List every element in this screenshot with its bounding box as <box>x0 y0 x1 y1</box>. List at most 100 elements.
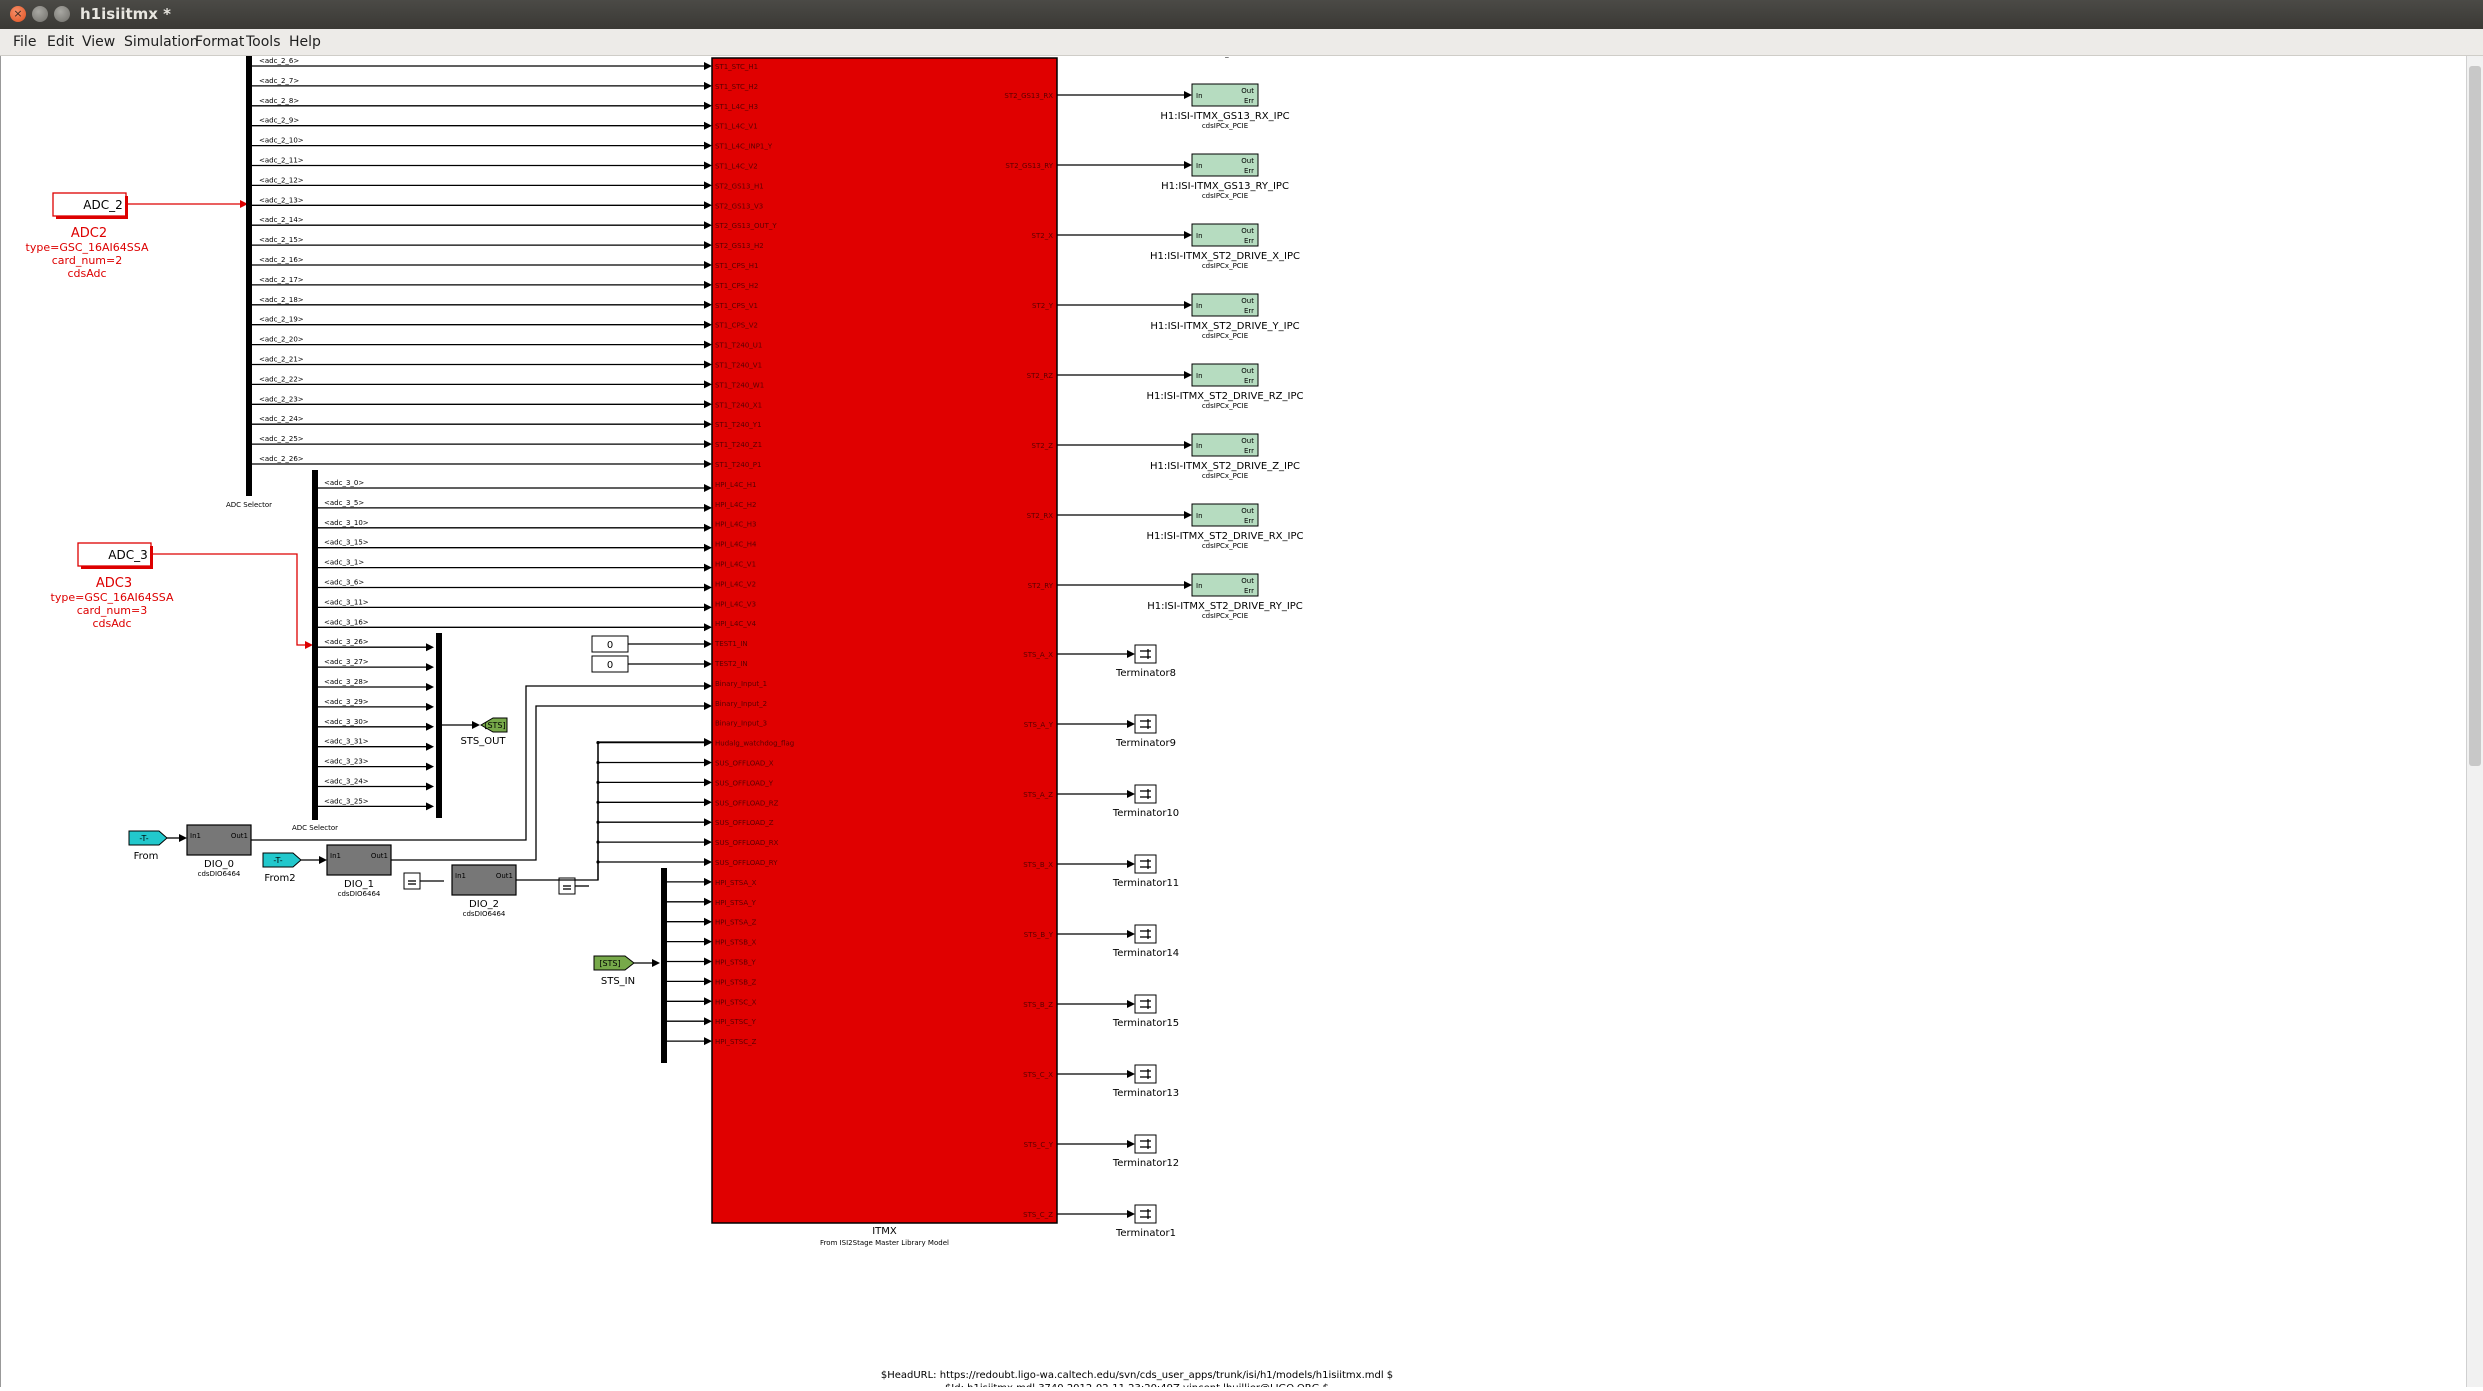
sts-mux-arrow <box>426 702 434 711</box>
ipc-name: H1:ISI-ITMX_ST2_DRIVE_X_IPC <box>1150 251 1300 262</box>
menu-format[interactable]: Format <box>195 34 244 50</box>
ipc-in-port: In <box>1196 302 1203 310</box>
sts-in-from-text: [STS] <box>599 959 620 968</box>
input-arrow <box>704 583 712 592</box>
ipc-name: H1:ISI-ITMX_GS13_RY_IPC <box>1161 181 1289 192</box>
terminator-block[interactable] <box>1134 924 1157 944</box>
adc3-channel-label: <adc_3_24> <box>324 778 369 786</box>
adc2-type: type=GSC_16AI64SSA <box>26 241 149 254</box>
dio-block[interactable] <box>451 864 517 896</box>
terminator-block[interactable] <box>1134 1134 1157 1154</box>
terminator-block[interactable] <box>1134 1204 1157 1224</box>
adc3-channel-label: <adc_3_10> <box>324 519 369 527</box>
wire-junction <box>596 800 600 804</box>
ipc-in-port: In <box>1196 372 1203 380</box>
itmx-input-port-label: HPI_STSA_Z <box>715 919 757 927</box>
wire-junction <box>596 840 600 844</box>
adc3-channel-label: <adc_3_1> <box>324 559 364 567</box>
terminator-block[interactable] <box>1134 714 1157 734</box>
terminator-name: Terminator9 <box>1115 738 1176 749</box>
itmx-input-port-label: SUS_OFFLOAD_Z <box>715 819 774 827</box>
ipc-err-port: Err <box>1244 447 1254 455</box>
adc3-selector-bar[interactable] <box>312 470 318 820</box>
itmx-input-port-label: Binary_Input_1 <box>715 680 767 688</box>
itmx-output-port-label: ST2_GS13_RY <box>1005 162 1053 170</box>
itmx-output-port-label: ST2_Z <box>1032 442 1054 450</box>
input-arrow <box>704 977 712 986</box>
ipc-err-port: Err <box>1244 307 1254 315</box>
terminator-block[interactable] <box>1134 784 1157 804</box>
menu-file[interactable]: File <box>13 34 36 50</box>
itmx-input-port-label: ST1_L4C_INP1_Y <box>715 143 773 151</box>
menu-tools[interactable]: Tools <box>246 34 281 50</box>
input-arrow <box>704 623 712 632</box>
terminator-arrow <box>1127 1140 1135 1148</box>
model-canvas[interactable]: ITMX From ISI2Stage Master Library Model S… <box>0 50 2467 1391</box>
itmx-input-port-label: ST1_CPS_H1 <box>715 262 758 270</box>
ipc-out-port: Out <box>1241 87 1254 95</box>
terminator-arrow <box>1127 860 1135 868</box>
ipc-out-port: Out <box>1241 227 1254 235</box>
input-arrow <box>704 838 712 847</box>
terminator-block[interactable] <box>1134 854 1157 874</box>
itmx-input-port-label: HPI_STSB_Z <box>715 978 757 986</box>
adc2-channel-label: <adc_2_26> <box>259 455 304 463</box>
terminator-arrow <box>1127 650 1135 658</box>
sts-in-demux-bar[interactable] <box>661 868 667 1063</box>
ipc-out-port: Out <box>1241 157 1254 165</box>
menu-help[interactable]: Help <box>289 34 321 50</box>
sts-out-mux-bar[interactable] <box>436 633 442 818</box>
dio-in-port: In1 <box>190 832 201 840</box>
adc2-selector-label: ADC Selector <box>226 501 272 509</box>
sts-mux-arrow <box>426 683 434 691</box>
terminator-name: Terminator11 <box>1112 878 1179 889</box>
dio-block[interactable] <box>326 844 392 876</box>
ipc-err-port: Err <box>1244 237 1254 245</box>
adc3-channel-label: <adc_3_25> <box>324 797 369 805</box>
dio-lib: cdsDIO6464 <box>338 890 381 898</box>
menu-edit[interactable]: Edit <box>47 34 74 50</box>
menu-simulation[interactable]: Simulation <box>124 34 199 50</box>
ipc-err-port: Err <box>1244 167 1254 175</box>
adc2-channel-label: <adc_2_11> <box>259 157 304 165</box>
itmx-input-port-label: ST1_CPS_V2 <box>715 322 758 330</box>
dio-block[interactable] <box>186 824 252 856</box>
input-arrow <box>704 241 712 250</box>
adc2-channel-label: <adc_2_21> <box>259 356 304 364</box>
input-arrow <box>704 1017 712 1026</box>
vertical-scrollbar[interactable] <box>2466 56 2483 1387</box>
input-arrow <box>704 758 712 767</box>
scrollbar-thumb[interactable] <box>2469 66 2481 766</box>
input-arrow <box>704 201 712 210</box>
menu-view[interactable]: View <box>82 34 115 50</box>
input-arrow <box>704 484 712 492</box>
adc2-block-label: ADC_2 <box>83 198 122 212</box>
input-arrow <box>704 702 712 710</box>
itmx-output-port-label: STS_C_X <box>1023 1071 1053 1079</box>
itmx-input-port-label: HPI_L4C_V3 <box>715 600 756 608</box>
terminator-block[interactable] <box>1134 994 1157 1014</box>
adc2-channel-label: <adc_2_25> <box>259 435 304 443</box>
ipc-out-port: Out <box>1241 577 1254 585</box>
ipc-lib: cdsIPCx_PCIE <box>1202 402 1248 410</box>
dio-name: DIO_2 <box>469 899 499 910</box>
minimize-window-icon[interactable] <box>32 6 48 22</box>
terminator-block[interactable] <box>1134 644 1157 664</box>
terminator-name: Terminator10 <box>1112 808 1179 819</box>
itmx-block[interactable] <box>711 57 1058 1224</box>
itmx-output-port-label: STS_C_Z <box>1023 1211 1053 1219</box>
terminator-block[interactable] <box>1134 1064 1157 1084</box>
input-arrow <box>704 603 712 612</box>
footer-headurl: $HeadURL: https://redoubt.ligo-wa.caltec… <box>881 1370 1393 1381</box>
adc2-selector-bar[interactable] <box>246 56 252 496</box>
input-arrow <box>704 121 712 130</box>
constant-value: 0 <box>607 640 613 651</box>
ipc-err-port: Err <box>1244 517 1254 525</box>
adc3-wire-arrow <box>305 641 313 649</box>
ipc-name: H1:ISI-ITMX_ST2_DRIVE_Y_IPC <box>1150 321 1299 332</box>
close-window-icon[interactable]: × <box>10 6 26 22</box>
sts-out-arrow <box>472 721 480 729</box>
maximize-window-icon[interactable] <box>54 6 70 22</box>
terminator-name: Terminator13 <box>1112 1088 1179 1099</box>
sts-mux-arrow <box>426 802 434 811</box>
